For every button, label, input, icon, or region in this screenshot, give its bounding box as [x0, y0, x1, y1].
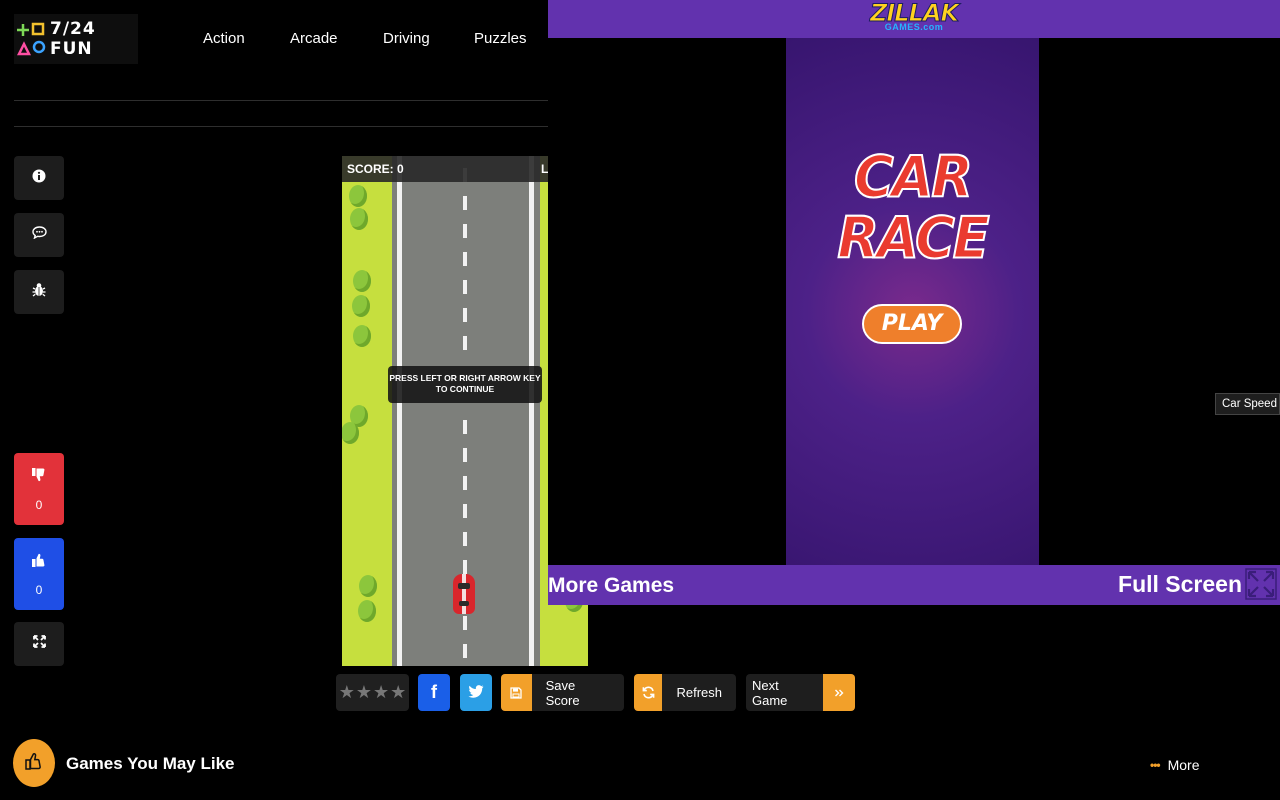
star-icon[interactable]: ★	[356, 682, 372, 703]
instruction-banner: PRESS LEFT OR RIGHT ARROW KEY TO CONTINU…	[388, 366, 542, 403]
more-games-footer-link[interactable]: ••• More	[1150, 757, 1200, 773]
lane-dash	[463, 280, 467, 294]
bush	[353, 270, 371, 292]
nav-item-action[interactable]: Action	[203, 30, 245, 47]
bush	[359, 575, 377, 597]
divider-top	[14, 100, 548, 101]
star-icon[interactable]: ★	[339, 682, 355, 703]
lane-dash	[463, 560, 467, 574]
lane-dash	[463, 616, 467, 630]
thumbs-up-outline-icon	[24, 751, 44, 776]
refresh-icon	[634, 674, 663, 711]
nav-item-puzzles[interactable]: Puzzles	[474, 30, 527, 47]
thumbs-up-icon	[31, 552, 47, 571]
bush	[353, 325, 371, 347]
full-screen-link[interactable]: Full Screen	[1118, 571, 1242, 598]
divider-bottom	[14, 126, 548, 127]
lane-dash	[463, 476, 467, 490]
fullscreen-arrows-icon[interactable]	[1245, 568, 1277, 600]
ellipsis-icon: •••	[1150, 758, 1161, 772]
comments-button[interactable]	[14, 213, 64, 257]
site-logo[interactable]: 7/24 FUN	[14, 14, 138, 64]
next-game-button[interactable]: Next Game	[746, 674, 855, 711]
car-race-promo[interactable]: CAR RACE PLAY	[786, 38, 1039, 565]
expand-icon	[32, 635, 46, 653]
section-title-games-you-may-like: Games You May Like	[66, 754, 235, 773]
bush	[358, 600, 376, 622]
facebook-share-button[interactable]: f	[418, 674, 450, 711]
more-label: More	[1167, 757, 1200, 773]
facebook-icon: f	[431, 682, 437, 702]
double-chevron-right-icon	[823, 674, 855, 711]
bug-icon	[32, 282, 46, 302]
tooltip-car-speed: Car Speed B	[1215, 393, 1280, 415]
lane-dash	[463, 196, 467, 210]
score-text: SCORE: 0	[347, 162, 404, 176]
nav-item-driving[interactable]: Driving	[383, 30, 430, 47]
lane-dash	[463, 448, 467, 462]
player-car	[453, 574, 475, 614]
next-game-label: Next Game	[752, 677, 788, 708]
refresh-button[interactable]: Refresh	[634, 674, 736, 711]
save-icon	[501, 674, 532, 711]
star-icon[interactable]: ★	[390, 682, 406, 703]
thumbs-down-icon	[31, 467, 47, 486]
zillak-logo[interactable]: ZILLAK GAMES.com	[862, 1, 966, 37]
twitter-icon	[468, 682, 484, 703]
logo-text: 7/24 FUN	[50, 19, 96, 59]
like-button[interactable]: 0	[14, 538, 64, 610]
lane-dash	[463, 224, 467, 238]
fullscreen-toggle-button[interactable]	[14, 622, 64, 666]
games-you-may-like-badge	[13, 739, 55, 787]
dislike-button[interactable]: 0	[14, 453, 64, 525]
lane-dash	[463, 336, 467, 350]
refresh-label: Refresh	[676, 685, 722, 700]
lane-dash	[463, 504, 467, 518]
lane-dash	[463, 308, 467, 322]
ad-overlay: ZILLAK GAMES.com CAR RACE PLAY More Game…	[548, 0, 1280, 605]
lane-dash	[463, 420, 467, 434]
star-icon[interactable]: ★	[373, 682, 389, 703]
overlay-header: ZILLAK GAMES.com	[548, 0, 1280, 38]
info-icon	[32, 169, 46, 188]
save-score-label: Save Score	[545, 677, 580, 708]
road-edge-right	[529, 156, 534, 666]
bush	[352, 295, 370, 317]
overlay-footer: More Games Full Screen	[548, 565, 1280, 605]
report-bug-button[interactable]	[14, 270, 64, 314]
lane-dash	[463, 252, 467, 266]
comment-icon	[31, 226, 47, 244]
logo-shapes-icon	[16, 22, 46, 56]
lane-dash	[463, 644, 467, 658]
dislike-count: 0	[35, 497, 43, 512]
star-rating[interactable]: ★ ★ ★ ★	[336, 674, 409, 711]
lane-dash	[463, 532, 467, 546]
more-games-link[interactable]: More Games	[548, 574, 674, 598]
nav-item-arcade[interactable]: Arcade	[290, 30, 338, 47]
play-button[interactable]: PLAY	[862, 304, 962, 344]
bush	[350, 208, 368, 230]
promo-title: CAR RACE	[836, 143, 990, 271]
road-edge-left	[397, 156, 402, 666]
like-count: 0	[35, 582, 43, 597]
save-score-button[interactable]: Save Score	[501, 674, 624, 711]
bush	[349, 185, 367, 207]
twitter-share-button[interactable]	[460, 674, 492, 711]
info-button[interactable]	[14, 156, 64, 200]
